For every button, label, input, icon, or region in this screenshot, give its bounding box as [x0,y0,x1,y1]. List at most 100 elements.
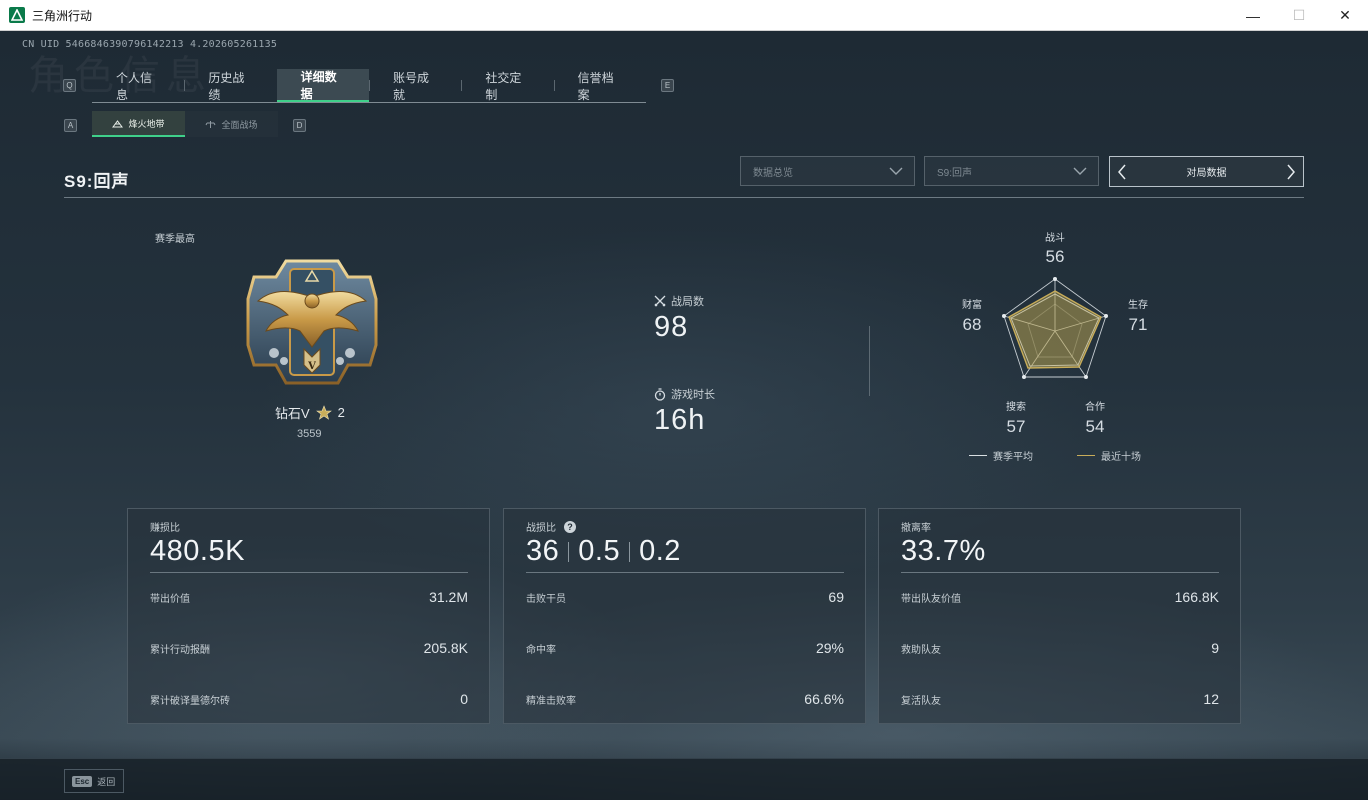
subtab-prev-keyhint[interactable]: A [64,119,77,132]
uid-text: CN UID 5466846390796142213 4.20260526113… [22,39,278,50]
stat-key: 救助队友 [901,644,941,656]
tab-label: 社交定制 [485,70,522,102]
season-dropdown[interactable]: S9:回声 [924,156,1099,186]
page-title: S9:回声 [64,172,130,191]
stat-key: 精准击败率 [526,695,576,707]
chevron-down-icon [1073,167,1087,175]
stat-row: 复活队友 12 [901,691,1219,707]
radar-vertex [1104,314,1108,318]
stopwatch-icon [654,387,666,401]
stat-key: 累计破译量德尔砖 [150,695,230,707]
selector-label: 对局数据 [1186,168,1227,179]
maximize-button[interactable]: ☐ [1276,0,1322,31]
dropdown-value: 数据总览 [753,167,793,179]
star-icon [315,405,332,420]
stat-value: 166.8K [1174,589,1219,605]
radar-axis-label: 合作 [1085,400,1105,413]
radar-vertex [1002,314,1006,318]
stat-value: 9 [1211,640,1219,656]
stat-key: 带出价值 [150,593,190,605]
ratio-value: 0.5 [578,535,621,567]
stat-value: 69 [828,589,844,605]
radar-vertex [1053,277,1057,281]
stat-value: 29% [815,640,844,656]
next-button[interactable] [1281,157,1301,186]
tab-label: 详细数据 [300,69,337,101]
legend-recent-ten: 最近十场 [1077,448,1141,463]
stat-row: 命中率 29% [526,640,844,656]
battlefield-icon [206,120,216,128]
playtime-stat: 游戏时长 16h [654,386,715,437]
rank-title: 钻石V [275,406,310,421]
stat-key: 击败干员 [526,593,566,605]
radar-axis-value: 57 [1007,417,1026,436]
tab-label: 信誉档案 [577,70,614,102]
stat-key: 复活队友 [901,695,941,707]
stat-value: 31.2M [429,589,468,605]
data-overview-dropdown[interactable]: 数据总览 [740,156,915,186]
game-content: 角色信息 CN UID 5466846390796142213 4.202605… [0,31,1368,800]
stat-row: 击败干员 69 [526,589,844,605]
ability-radar-chart: 战斗 56 生存 71 合作 54 搜索 57 财富 68 [962,232,1148,436]
tab-history[interactable]: 历史战绩 [184,69,276,102]
dropdown-value: S9:回声 [937,167,973,179]
subtab-beacon-zone[interactable]: 烽火地带 [92,111,185,137]
tab-prev-keyhint[interactable]: Q [63,79,76,92]
tab-detailed-data[interactable]: 详细数据 [276,69,369,102]
footer-bar: Esc 返回 [0,758,1368,800]
radar-axis-value: 71 [1129,315,1148,334]
rank-score: 3559 [297,428,322,440]
rank-emblem-icon: V [246,259,378,385]
help-icon[interactable]: ? [564,520,576,533]
divider [629,541,631,562]
back-label: 返回 [97,776,116,787]
radar-vertex [1084,375,1088,379]
radar-vertex [1022,375,1026,379]
legend-swatch [969,455,987,456]
legend-label: 最近十场 [1101,452,1141,463]
divider [568,541,570,562]
main-tabs: 个人信息 历史战绩 详细数据 账号成就 社交定制 信誉档案 [92,69,646,103]
combat-ratio-card: 战损比 ? 36 0.5 0.2 击败干员 69 命中率 29% 精准击败率 66.6… [503,508,866,724]
crossed-swords-icon [654,295,666,307]
divider [901,572,1219,573]
subtab-next-keyhint[interactable]: D [293,119,306,132]
mode-subtabs: 烽火地带 全面战场 [92,111,278,137]
chevron-right-icon [1287,164,1295,179]
close-button[interactable]: ✕ [1322,0,1368,31]
back-button[interactable]: Esc 返回 [64,769,124,793]
legend-swatch [1077,455,1095,456]
legend-season-average: 赛季平均 [969,448,1033,463]
stat-row: 精准击败率 66.6% [526,691,844,707]
rank-stars: 2 [337,405,345,420]
radar-axis-label: 财富 [962,298,982,311]
tab-achievements[interactable]: 账号成就 [368,69,461,102]
tab-social[interactable]: 社交定制 [461,69,553,102]
tab-label: 历史战绩 [208,70,245,102]
minimize-button[interactable]: — [1230,0,1276,31]
card-title: 赚损比 [150,523,180,534]
subtab-full-battlefield[interactable]: 全面战场 [185,111,278,137]
profit-ratio-card: 赚损比 480.5K 带出价值 31.2M 累计行动报酬 205.8K 累计破译量德… [127,508,490,724]
tab-personal-info[interactable]: 个人信息 [92,69,184,102]
beacon-icon [112,119,124,127]
window-titlebar: 三角洲行动 — ☐ ✕ [0,0,1368,31]
card-title: 撤离率 [901,523,931,534]
tab-next-keyhint[interactable]: E [661,79,674,92]
tab-reputation[interactable]: 信誉档案 [553,69,646,102]
minimize-icon: — [1246,7,1260,24]
radar-axis-label: 战斗 [1045,232,1065,244]
svg-text:V: V [307,361,316,372]
stat-key: 命中率 [526,644,556,656]
prev-button[interactable] [1112,157,1132,186]
radar-axis-label: 搜索 [1006,400,1026,413]
card-title: 战损比 [526,523,556,534]
maximize-icon: ☐ [1292,7,1306,23]
card-main-value: 33.7% [901,535,986,567]
app-logo-icon [9,7,25,23]
tab-label: 个人信息 [116,70,153,102]
stat-row: 累计破译量德尔砖 0 [150,691,468,707]
divider [150,572,468,573]
divider [64,197,1304,198]
matches-value: 98 [654,311,689,343]
